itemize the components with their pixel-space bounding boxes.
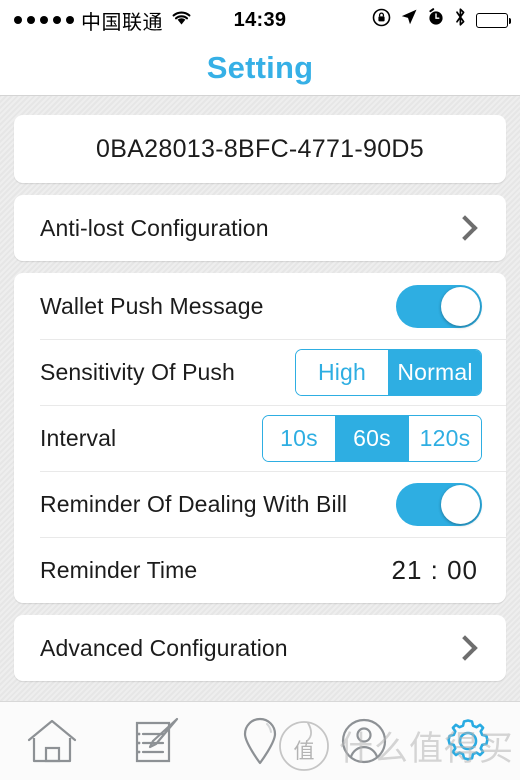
toggle-knob [441,286,480,326]
sensitivity-option-normal[interactable]: Normal [388,349,481,395]
wifi-icon [170,9,193,32]
chevron-right-icon [452,635,478,661]
phone-screen: 中国联通 14:39 Setting 0BA28013-8BFC-4771-90… [0,0,520,780]
push-settings-card: Wallet Push Message Sensitivity Of Push … [14,273,506,603]
sensitivity-of-push-row: Sensitivity Of Push High Normal [14,339,506,405]
interval-segmented[interactable]: 10s 60s 120s [262,414,482,462]
chevron-right-icon [452,215,478,241]
sensitivity-of-push-segmented[interactable]: High Normal [295,348,482,396]
tab-location[interactable] [208,702,312,780]
page-title: Setting [206,49,314,85]
interval-option-60s[interactable]: 60s [335,415,408,461]
navigation-bar: Setting [0,40,520,96]
tab-notes[interactable] [104,702,208,780]
toggle-knob [441,484,480,524]
advanced-configuration-label: Advanced Configuration [40,634,288,661]
rotation-lock-icon [372,8,391,33]
location-arrow-icon [400,8,418,32]
anti-lost-configuration-row[interactable]: Anti-lost Configuration [14,195,506,261]
settings-list[interactable]: 0BA28013-8BFC-4771-90D5 Anti-lost Config… [0,97,520,701]
wallet-push-message-toggle[interactable] [396,284,482,328]
carrier-label: 中国联通 [81,9,163,34]
location-pin-icon [237,714,283,768]
wallet-push-message-label: Wallet Push Message [40,292,264,319]
wallet-push-message-row: Wallet Push Message [14,273,506,339]
device-id-row: 0BA28013-8BFC-4771-90D5 [14,115,506,183]
advanced-configuration-row[interactable]: Advanced Configuration [14,615,506,681]
reminder-of-dealing-with-bill-label: Reminder Of Dealing With Bill [40,490,348,517]
status-bar-left: 中国联通 [0,6,372,35]
home-icon [24,715,80,767]
tab-settings[interactable] [416,702,520,780]
interval-label: Interval [40,424,117,451]
interval-row: Interval 10s 60s 120s [14,405,506,471]
user-circle-icon [338,715,390,767]
battery-icon [476,12,511,28]
gear-icon [441,714,495,768]
device-id-value: 0BA28013-8BFC-4771-90D5 [96,134,424,163]
status-bar-right [372,7,520,33]
tab-home[interactable] [0,702,104,780]
bluetooth-icon [454,7,467,33]
reminder-of-dealing-with-bill-row: Reminder Of Dealing With Bill [14,471,506,537]
advanced-card: Advanced Configuration [14,615,506,681]
anti-lost-configuration-label: Anti-lost Configuration [40,214,269,241]
tab-user[interactable] [312,702,416,780]
sensitivity-of-push-label: Sensitivity Of Push [40,358,235,385]
reminder-time-value[interactable]: 21 : 00 [391,555,478,586]
interval-option-120s[interactable]: 120s [408,415,481,461]
interval-option-10s[interactable]: 10s [263,415,335,461]
device-id-card: 0BA28013-8BFC-4771-90D5 [14,115,506,183]
anti-lost-card: Anti-lost Configuration [14,195,506,261]
notes-edit-icon [129,715,183,767]
alarm-clock-icon [427,8,445,32]
reminder-time-row[interactable]: Reminder Time 21 : 00 [14,537,506,603]
reminder-of-dealing-with-bill-toggle[interactable] [396,482,482,526]
reminder-time-label: Reminder Time [40,556,198,583]
status-bar: 中国联通 14:39 [0,0,520,40]
tab-bar [0,701,520,780]
signal-strength-dots [14,16,74,24]
sensitivity-option-high[interactable]: High [296,349,388,395]
